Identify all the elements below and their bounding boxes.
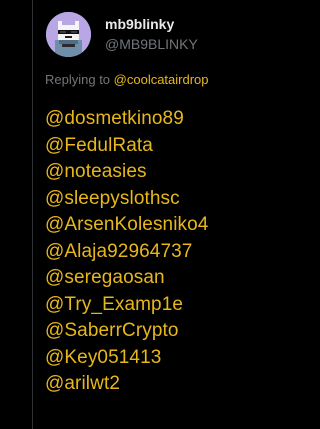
replying-to-label: Replying to	[45, 72, 114, 87]
mention-link[interactable]: @sleepyslothsc	[45, 186, 277, 213]
pixel-cat-avatar-icon	[46, 12, 91, 57]
mention-link[interactable]: @dosmetkino89	[45, 106, 277, 133]
mention-link[interactable]: @seregaosan	[45, 265, 277, 292]
mention-link[interactable]: @FedulRata	[45, 133, 277, 160]
mention-link[interactable]: @Try_Examp1e	[45, 292, 277, 319]
reply-target-link[interactable]: @coolcatairdrop	[114, 72, 209, 87]
mention-link[interactable]: @arilwt2	[45, 371, 277, 398]
mention-link[interactable]: @noteasies	[45, 159, 277, 186]
mention-link[interactable]: @ArsenKolesniko4	[45, 212, 277, 239]
mention-list: @dosmetkino89 @FedulRata @noteasies @sle…	[45, 106, 277, 398]
tweet-screen: mb9blinky @MB9BLINKY Replying to @coolca…	[0, 0, 277, 429]
avatar[interactable]	[46, 12, 91, 57]
mention-link[interactable]: @Key051413	[45, 345, 277, 372]
user-info: mb9blinky @MB9BLINKY	[105, 16, 277, 53]
mention-link[interactable]: @Alaja92964737	[45, 239, 277, 266]
user-handle[interactable]: @MB9BLINKY	[105, 36, 277, 53]
reply-tweet[interactable]: mb9blinky @MB9BLINKY Replying to @coolca…	[33, 0, 277, 429]
display-name[interactable]: mb9blinky	[105, 16, 277, 33]
mention-link[interactable]: @SaberrCrypto	[45, 318, 277, 345]
replying-to-line: Replying to @coolcatairdrop	[45, 72, 277, 88]
